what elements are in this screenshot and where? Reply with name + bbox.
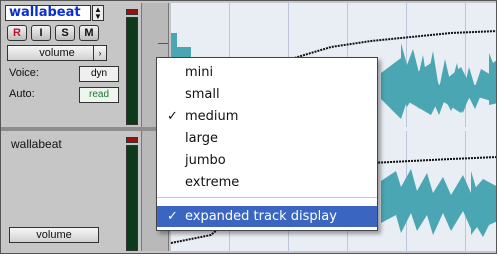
voice-selector[interactable]: dyn <box>79 66 119 82</box>
menu-item-large[interactable]: large <box>157 128 377 149</box>
menu-item-expanded-track-display[interactable]: ✓ expanded track display <box>157 206 377 227</box>
track-height-menu: mini small ✓ medium large jumbo extreme … <box>156 57 378 231</box>
edit-window: wallabeat ▲ ▼ R I S M volume › Voice: dyn… <box>0 0 497 254</box>
chevron-right-icon: › <box>93 46 106 60</box>
track-view-selector[interactable]: volume › <box>7 45 107 61</box>
menu-item-label: expanded track display <box>185 209 337 224</box>
menu-item-label: mini <box>185 65 214 80</box>
track-header-1: wallabeat ▲ ▼ R I S M volume › Voice: dyn… <box>3 3 123 127</box>
voice-label: Voice: <box>9 67 39 79</box>
clip-indicator <box>126 9 138 15</box>
track-view-label: volume <box>39 47 75 59</box>
solo-button[interactable]: S <box>55 25 75 41</box>
menu-item-extreme[interactable]: extreme <box>157 172 377 193</box>
menu-item-label: jumbo <box>185 153 226 168</box>
menu-item-label: medium <box>185 109 239 124</box>
automation-mode-selector[interactable]: read <box>79 87 119 103</box>
level-meter-2 <box>126 145 138 251</box>
mute-button[interactable]: M <box>79 25 99 41</box>
menu-separator <box>157 197 377 198</box>
menu-item-label: large <box>185 131 218 146</box>
menu-item-jumbo[interactable]: jumbo <box>157 150 377 171</box>
level-meter <box>126 17 138 125</box>
menu-item-small[interactable]: small <box>157 84 377 105</box>
checkmark-icon: ✓ <box>167 209 178 224</box>
checkmark-icon: ✓ <box>167 109 178 124</box>
scale-tick <box>158 43 168 44</box>
menu-item-medium[interactable]: ✓ medium <box>157 106 377 127</box>
clip-indicator-2 <box>126 137 138 143</box>
record-enable-button[interactable]: R <box>7 25 27 41</box>
automation-label: Auto: <box>9 88 35 100</box>
track-name-label[interactable]: wallabeat <box>11 137 62 151</box>
input-monitor-button[interactable]: I <box>31 25 51 41</box>
menu-item-mini[interactable]: mini <box>157 62 377 83</box>
menu-item-label: extreme <box>185 175 240 190</box>
menu-item-label: small <box>185 87 220 102</box>
track-name-field[interactable]: wallabeat <box>5 5 91 21</box>
track-header-2: wallabeat volume <box>3 131 123 251</box>
track-name-stepper-icon[interactable]: ▲ ▼ <box>92 5 104 21</box>
track-view-selector-2[interactable]: volume <box>9 227 99 243</box>
